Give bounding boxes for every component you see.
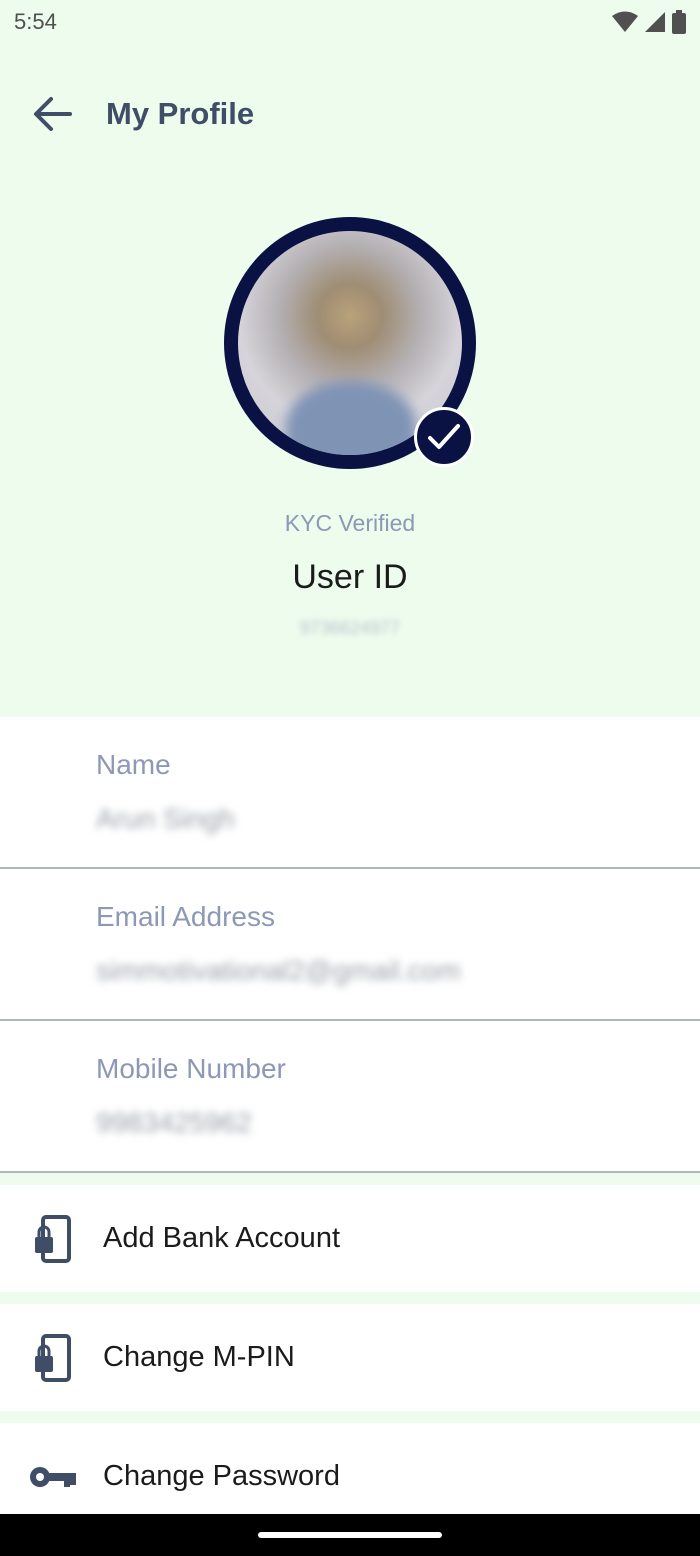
- detail-label: Name: [96, 749, 171, 780]
- menu-label: Change Password: [103, 1460, 340, 1492]
- menu-item-add-bank-account[interactable]: Add Bank Account: [0, 1185, 700, 1292]
- detail-label: Email Address: [96, 901, 275, 932]
- menu-label: Change M-PIN: [103, 1341, 295, 1373]
- detail-value: 9983425962: [96, 1107, 252, 1138]
- user-id-value: 9736624977: [299, 618, 401, 638]
- menu-divider: [0, 1292, 700, 1304]
- detail-row-name: Name Arun Singh: [0, 717, 700, 869]
- kyc-status: KYC Verified: [284, 510, 416, 536]
- detail-value: Arun Singh: [96, 803, 235, 834]
- settings-menu: Add Bank Account Change M-PIN Change Pas…: [0, 1185, 700, 1530]
- signal-icon: [645, 12, 665, 32]
- phone-lock-icon: [26, 1212, 80, 1266]
- status-bar: 5:54: [0, 0, 700, 44]
- check-icon: [428, 424, 460, 449]
- detail-value: simmotivational2@gmail.com: [96, 955, 461, 986]
- battery-icon: [672, 10, 686, 34]
- status-icons: [612, 10, 686, 34]
- menu-item-change-mpin[interactable]: Change M-PIN: [0, 1304, 700, 1411]
- back-button[interactable]: [26, 90, 78, 138]
- verified-badge: [414, 407, 474, 467]
- avatar[interactable]: [224, 217, 476, 469]
- phone-lock-icon: [26, 1331, 80, 1385]
- system-nav-bar: [0, 1514, 700, 1556]
- user-id-label: User ID: [292, 558, 408, 596]
- wifi-icon: [612, 11, 638, 32]
- arrow-left-icon: [34, 97, 72, 131]
- page-title: My Profile: [106, 96, 255, 131]
- app-bar: My Profile: [0, 78, 700, 150]
- menu-label: Add Bank Account: [103, 1222, 340, 1254]
- detail-row-mobile: Mobile Number 9983425962: [0, 1021, 700, 1173]
- key-icon: [26, 1450, 80, 1504]
- detail-row-email: Email Address simmotivational2@gmail.com: [0, 869, 700, 1021]
- home-indicator[interactable]: [258, 1532, 442, 1538]
- detail-label: Mobile Number: [96, 1053, 286, 1084]
- menu-divider: [0, 1411, 700, 1423]
- status-time: 5:54: [14, 9, 57, 34]
- profile-details: Name Arun Singh Email Address simmotivat…: [0, 717, 700, 1173]
